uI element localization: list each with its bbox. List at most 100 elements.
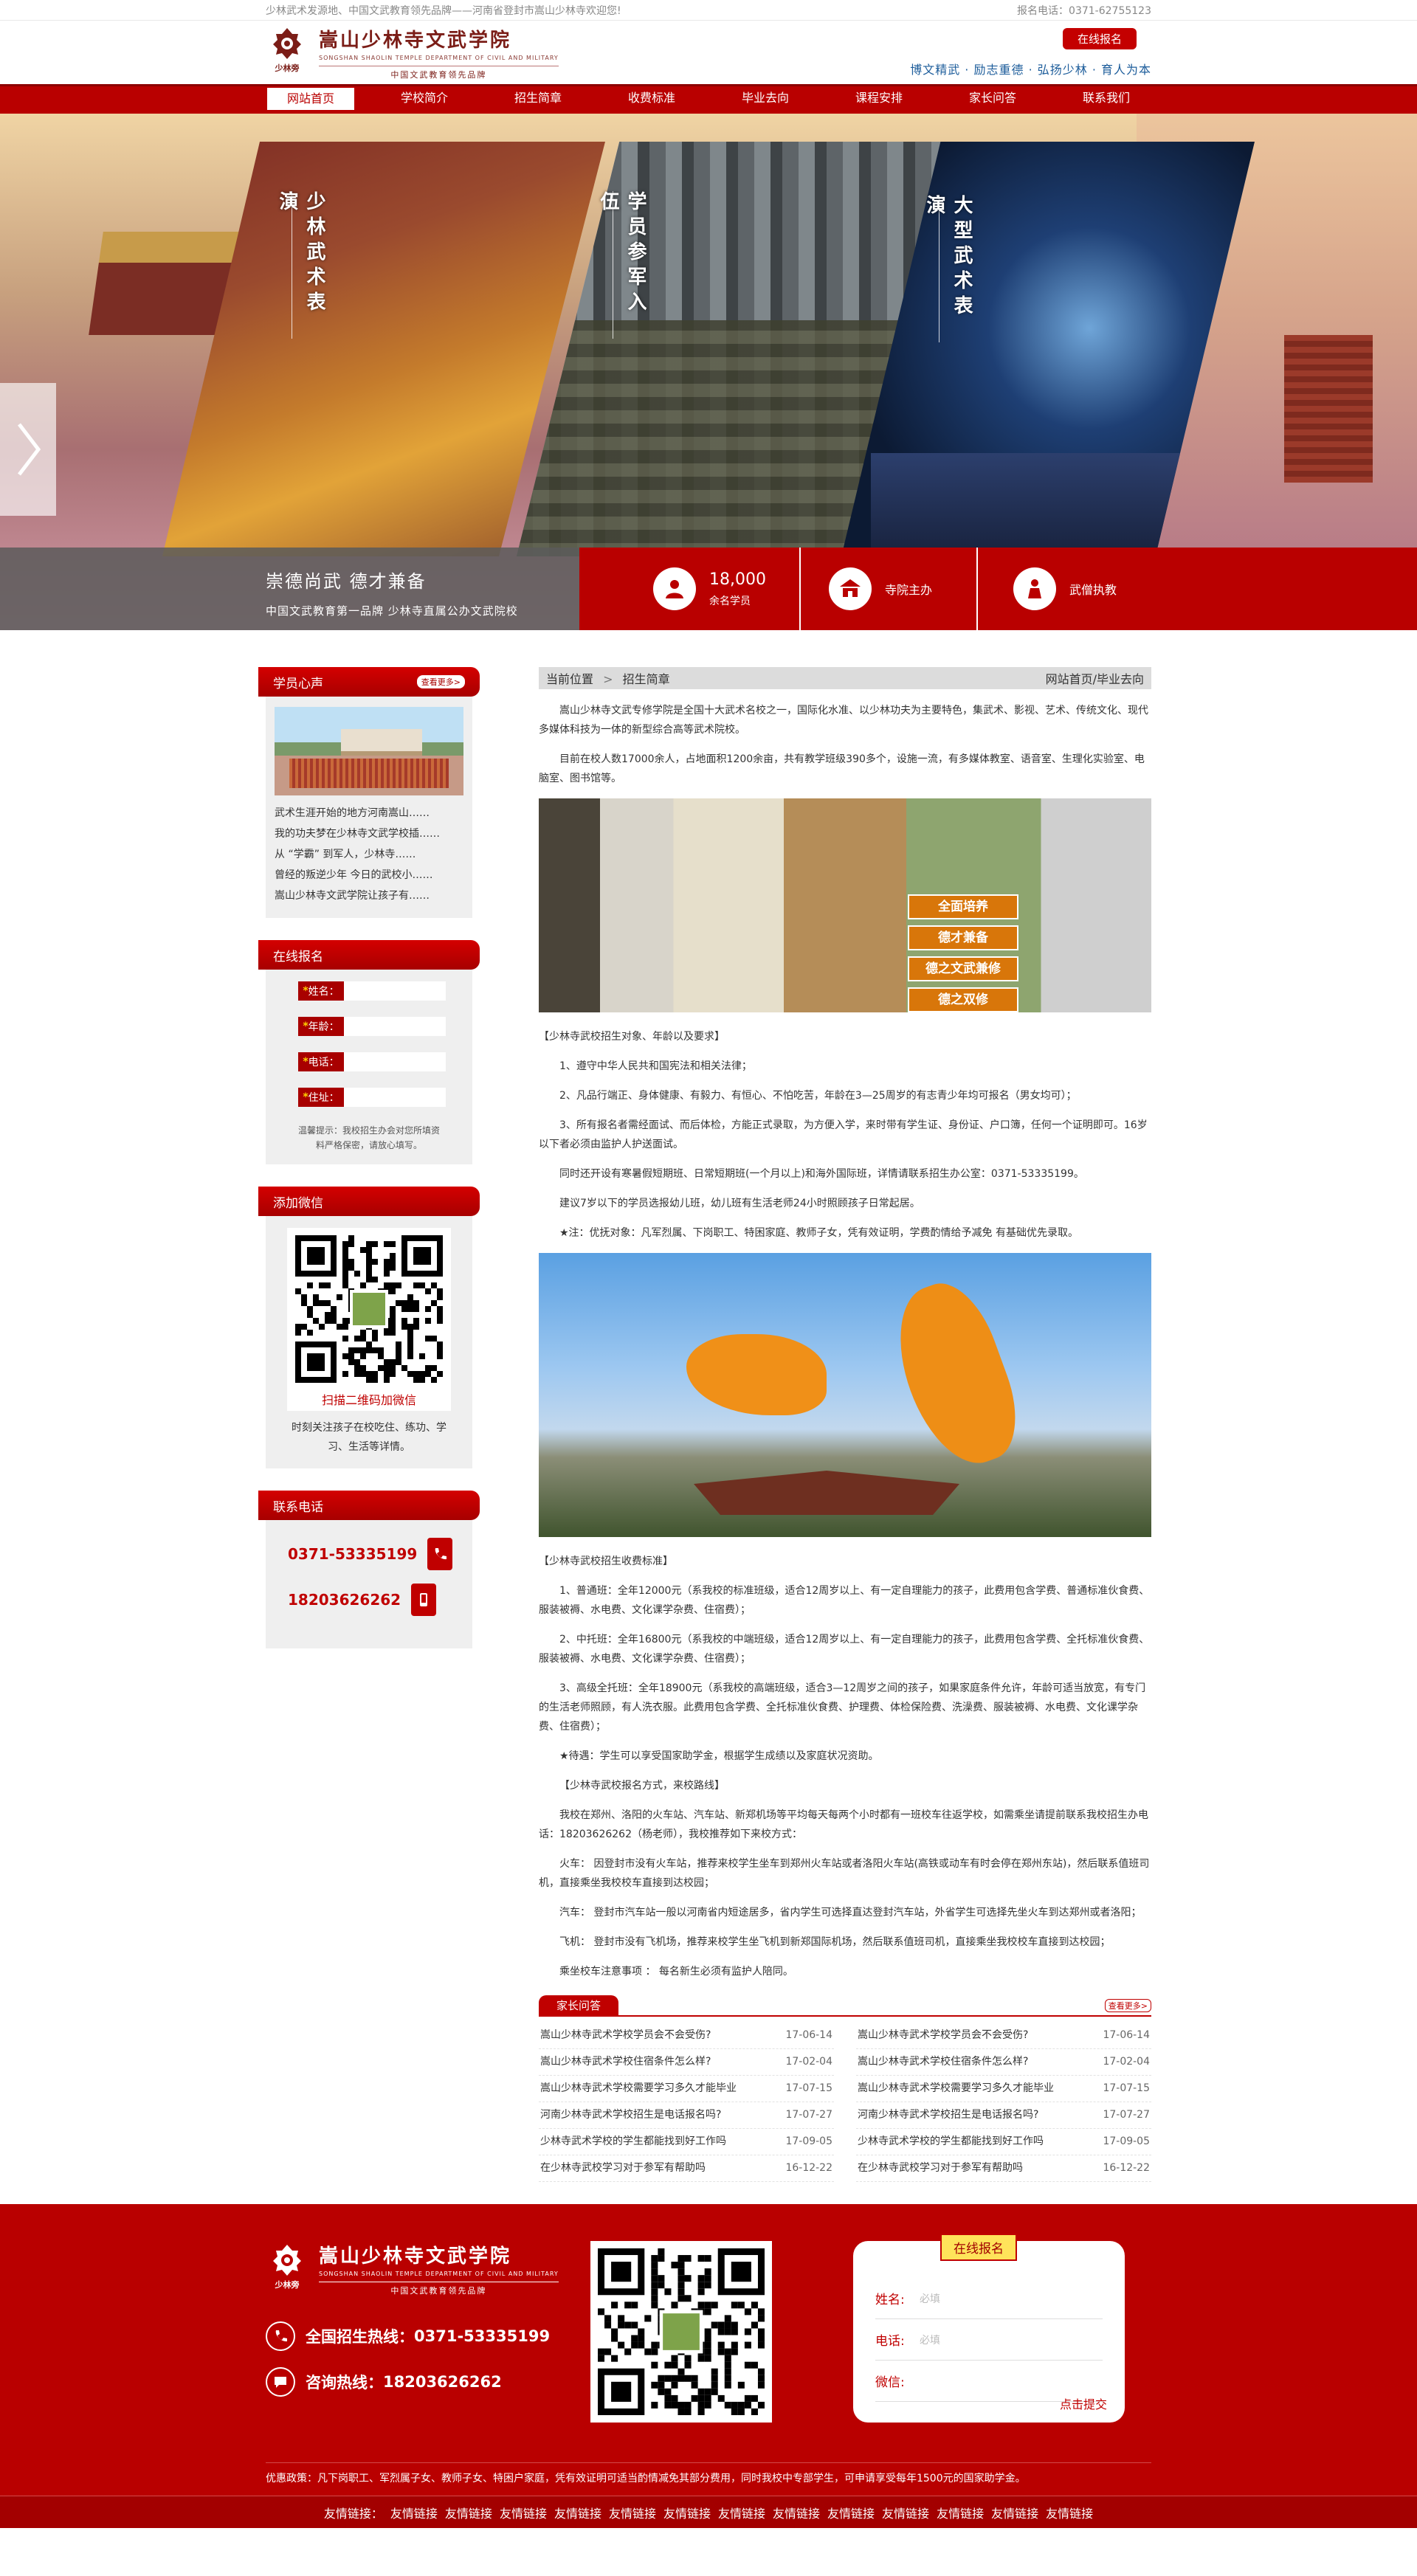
- kungfu-jump-photo: [539, 1253, 1151, 1537]
- friend-link[interactable]: 友情链接: [390, 2504, 438, 2521]
- name-input[interactable]: [344, 981, 446, 1001]
- faq-question: 嵩山少林寺武术学校住宿条件怎么样?: [540, 2056, 711, 2068]
- nav-item-graduates[interactable]: 毕业去向: [722, 86, 809, 110]
- faq-item[interactable]: 在少林寺武校学习对于参军有帮助吗 16-12-22: [856, 2155, 1151, 2182]
- faq-header: 家长问答 查看更多>: [539, 1995, 1151, 2017]
- school-motto: 博文精武 · 励志重德 · 弘扬少林 · 育人为本: [910, 62, 1151, 77]
- hero-panel-title: 学员参军入伍: [597, 191, 649, 339]
- mobile-number[interactable]: 18203626262: [288, 1591, 401, 1609]
- hotline-label: 全国招生热线：: [306, 2328, 414, 2346]
- photo-banner: 德之双修: [908, 987, 1018, 1012]
- consult-label: 咨询热线：: [306, 2374, 383, 2392]
- temple-gate-image: [1284, 335, 1373, 483]
- footer-logo[interactable]: 少林旁 嵩山少林寺文武学院 SONGSHAN SHAOLIN TEMPLE DE…: [266, 2241, 620, 2296]
- wechat-desc: 时刻关注孩子在校吃住、练功、学习、生活等详情。: [292, 1422, 447, 1453]
- friend-link[interactable]: 友情链接: [609, 2504, 656, 2521]
- paragraph: ★注：优抚对象：凡军烈属、下岗职工、特困家庭、教师子女，凭有效证明，学费酌情给予…: [559, 1227, 1078, 1239]
- stat-number: 18,000: [709, 570, 766, 589]
- main-nav: 网站首页 学校简介 招生简章 收费标准 毕业去向 课程安排 家长问答 联系我们: [0, 84, 1417, 114]
- site-logo[interactable]: 少林旁 嵩山少林寺文武学院 SONGSHAN SHAOLIN TEMPLE DE…: [266, 25, 559, 80]
- hero-next-arrow[interactable]: [0, 383, 56, 516]
- nav-item-home[interactable]: 网站首页: [267, 88, 354, 110]
- section-title: 【少林寺武校招生收费标准】: [539, 1555, 673, 1567]
- friend-link[interactable]: 友情链接: [991, 2504, 1038, 2521]
- faq-item[interactable]: 嵩山少林寺武术学校学员会不会受伤? 17-06-14: [856, 2023, 1151, 2049]
- nav-item-faq[interactable]: 家长问答: [949, 86, 1036, 110]
- list-item[interactable]: 嵩山少林寺文武学院让孩子有……: [275, 885, 463, 906]
- footer-signup-form: 在线报名 姓名: 必填 电话: 必填 微信: 点击提交: [853, 2234, 1125, 2423]
- nav-item-courses[interactable]: 课程安排: [835, 86, 923, 110]
- friend-link[interactable]: 友情链接: [718, 2504, 765, 2521]
- age-input[interactable]: [344, 1017, 446, 1036]
- friend-link[interactable]: 友情链接: [663, 2504, 711, 2521]
- monk-icon: [1013, 567, 1056, 610]
- consult-number[interactable]: 18203626262: [383, 2373, 502, 2391]
- friend-link[interactable]: 友情链接: [937, 2504, 984, 2521]
- box-title: 添加微信: [273, 1195, 323, 1211]
- friend-link[interactable]: 友情链接: [1046, 2504, 1093, 2521]
- paragraph: 汽车： 登封市汽车站一般以河南省内短途居多，省内学生可选择直达登封汽车站，外省学…: [559, 1907, 1142, 1919]
- phone-label: 电话：: [308, 1057, 339, 1068]
- paragraph: 乘坐校车注意事项 ： 每名新生必须有监护人陪同。: [559, 1966, 793, 1978]
- list-item[interactable]: 我的功夫梦在少林寺文武学校插……: [275, 823, 463, 844]
- faq-more-link[interactable]: 查看更多>: [1104, 1999, 1151, 2012]
- hotline-number[interactable]: 0371-53335199: [414, 2327, 550, 2345]
- friend-link[interactable]: 友情链接: [445, 2504, 492, 2521]
- faq-item[interactable]: 嵩山少林寺武术学校学员会不会受伤? 17-06-14: [539, 2023, 834, 2049]
- faq-date: 17-02-04: [1103, 2056, 1150, 2068]
- list-item[interactable]: 武术生涯开始的地方河南嵩山……: [275, 803, 463, 823]
- campus-photo[interactable]: [275, 707, 463, 795]
- faq-question: 河南少林寺武术学校招生是电话报名吗?: [858, 2109, 1039, 2121]
- faq-date: 17-06-14: [785, 2029, 832, 2041]
- faq-date: 17-06-14: [1103, 2029, 1150, 2041]
- student-icon: [653, 567, 696, 610]
- footer-name-label: 姓名:: [875, 2293, 905, 2307]
- feature-monk: 武僧执教: [978, 548, 1117, 630]
- faq-item[interactable]: 河南少林寺武术学校招生是电话报名吗? 17-07-27: [856, 2102, 1151, 2129]
- submit-button[interactable]: 点击提交: [1060, 2394, 1107, 2412]
- hero-panel-title: 少林武术表演: [276, 191, 328, 339]
- faq-title: 家长问答: [539, 1995, 619, 2015]
- faq-date: 17-07-27: [785, 2109, 832, 2121]
- friend-link[interactable]: 友情链接: [773, 2504, 820, 2521]
- friend-link[interactable]: 友情链接: [554, 2504, 601, 2521]
- chevron-right-icon: >: [603, 672, 613, 686]
- faq-item[interactable]: 河南少林寺武术学校招生是电话报名吗? 17-07-27: [539, 2102, 834, 2129]
- phone-number[interactable]: 0371-53335199: [288, 1545, 417, 1563]
- friend-links: 友情链接： 友情链接 友情链接 友情链接 友情链接 友情链接 友情链接 友情链接…: [0, 2496, 1417, 2528]
- nav-item-fees[interactable]: 收费标准: [608, 86, 695, 110]
- nav-item-contact[interactable]: 联系我们: [1063, 86, 1150, 110]
- faq-item[interactable]: 嵩山少林寺武术学校需要学习多久才能毕业 17-07-15: [856, 2076, 1151, 2102]
- article: 嵩山少林寺文武专修学院是全国十大武术名校之一，国际化水准、以少林功夫为主要特色，…: [539, 689, 1151, 1981]
- friend-link[interactable]: 友情链接: [882, 2504, 929, 2521]
- footer-qr-code: [590, 2241, 772, 2423]
- faq-item[interactable]: 嵩山少林寺武术学校需要学习多久才能毕业 17-07-15: [539, 2076, 834, 2102]
- faq-item[interactable]: 嵩山少林寺武术学校住宿条件怎么样? 17-02-04: [856, 2049, 1151, 2076]
- address-input[interactable]: [344, 1088, 446, 1107]
- list-item[interactable]: 从 “学霸” 到军人，少林寺……: [275, 844, 463, 865]
- privacy-tip: 温馨提示：我校招生办会对您所填资料严格保密，请放心填写。: [297, 1125, 440, 1150]
- breadcrumb-path[interactable]: 网站首页/毕业去向: [1046, 669, 1144, 687]
- students-photo: 全面培养 德才兼备 德之文武兼修 德之双修: [539, 798, 1151, 1012]
- nav-item-admissions[interactable]: 招生简章: [494, 86, 582, 110]
- faq-item[interactable]: 少林寺武术学校的学生都能找到好工作吗 17-09-05: [856, 2129, 1151, 2155]
- apply-online-button[interactable]: 在线报名: [1062, 27, 1137, 49]
- wechat-box: 添加微信 扫描二维码加微信 时刻关注孩子在校吃住、练功、学习、生活等详情。: [258, 1187, 480, 1468]
- footer-phone-label: 电话:: [875, 2334, 905, 2349]
- footer-phone-input[interactable]: 必填: [920, 2332, 940, 2347]
- more-link[interactable]: 查看更多>: [416, 675, 465, 688]
- faq-item[interactable]: 少林寺武术学校的学生都能找到好工作吗 17-09-05: [539, 2129, 834, 2155]
- breadcrumb-current[interactable]: 招生简章: [623, 672, 670, 686]
- list-item[interactable]: 曾经的叛逆少年 今日的武校小……: [275, 865, 463, 885]
- nav-item-about[interactable]: 学校简介: [381, 86, 468, 110]
- school-slogan: 中国文武教育领先品牌: [319, 65, 559, 80]
- paragraph: 3、高级全托班：全年18900元（系我校的高端班级，适合3—12周岁之间的孩子，…: [539, 1682, 1146, 1733]
- friend-link[interactable]: 友情链接: [827, 2504, 875, 2521]
- phone-input[interactable]: [344, 1052, 446, 1071]
- footer-name-input[interactable]: 必填: [920, 2291, 940, 2306]
- hero-subline: 中国文武教育第一品牌 少林寺直属公办文武院校: [266, 604, 518, 618]
- faq-item[interactable]: 嵩山少林寺武术学校住宿条件怎么样? 17-02-04: [539, 2049, 834, 2076]
- phone-icon: [266, 2321, 295, 2351]
- faq-item[interactable]: 在少林寺武校学习对于参军有帮助吗 16-12-22: [539, 2155, 834, 2182]
- friend-link[interactable]: 友情链接: [500, 2504, 547, 2521]
